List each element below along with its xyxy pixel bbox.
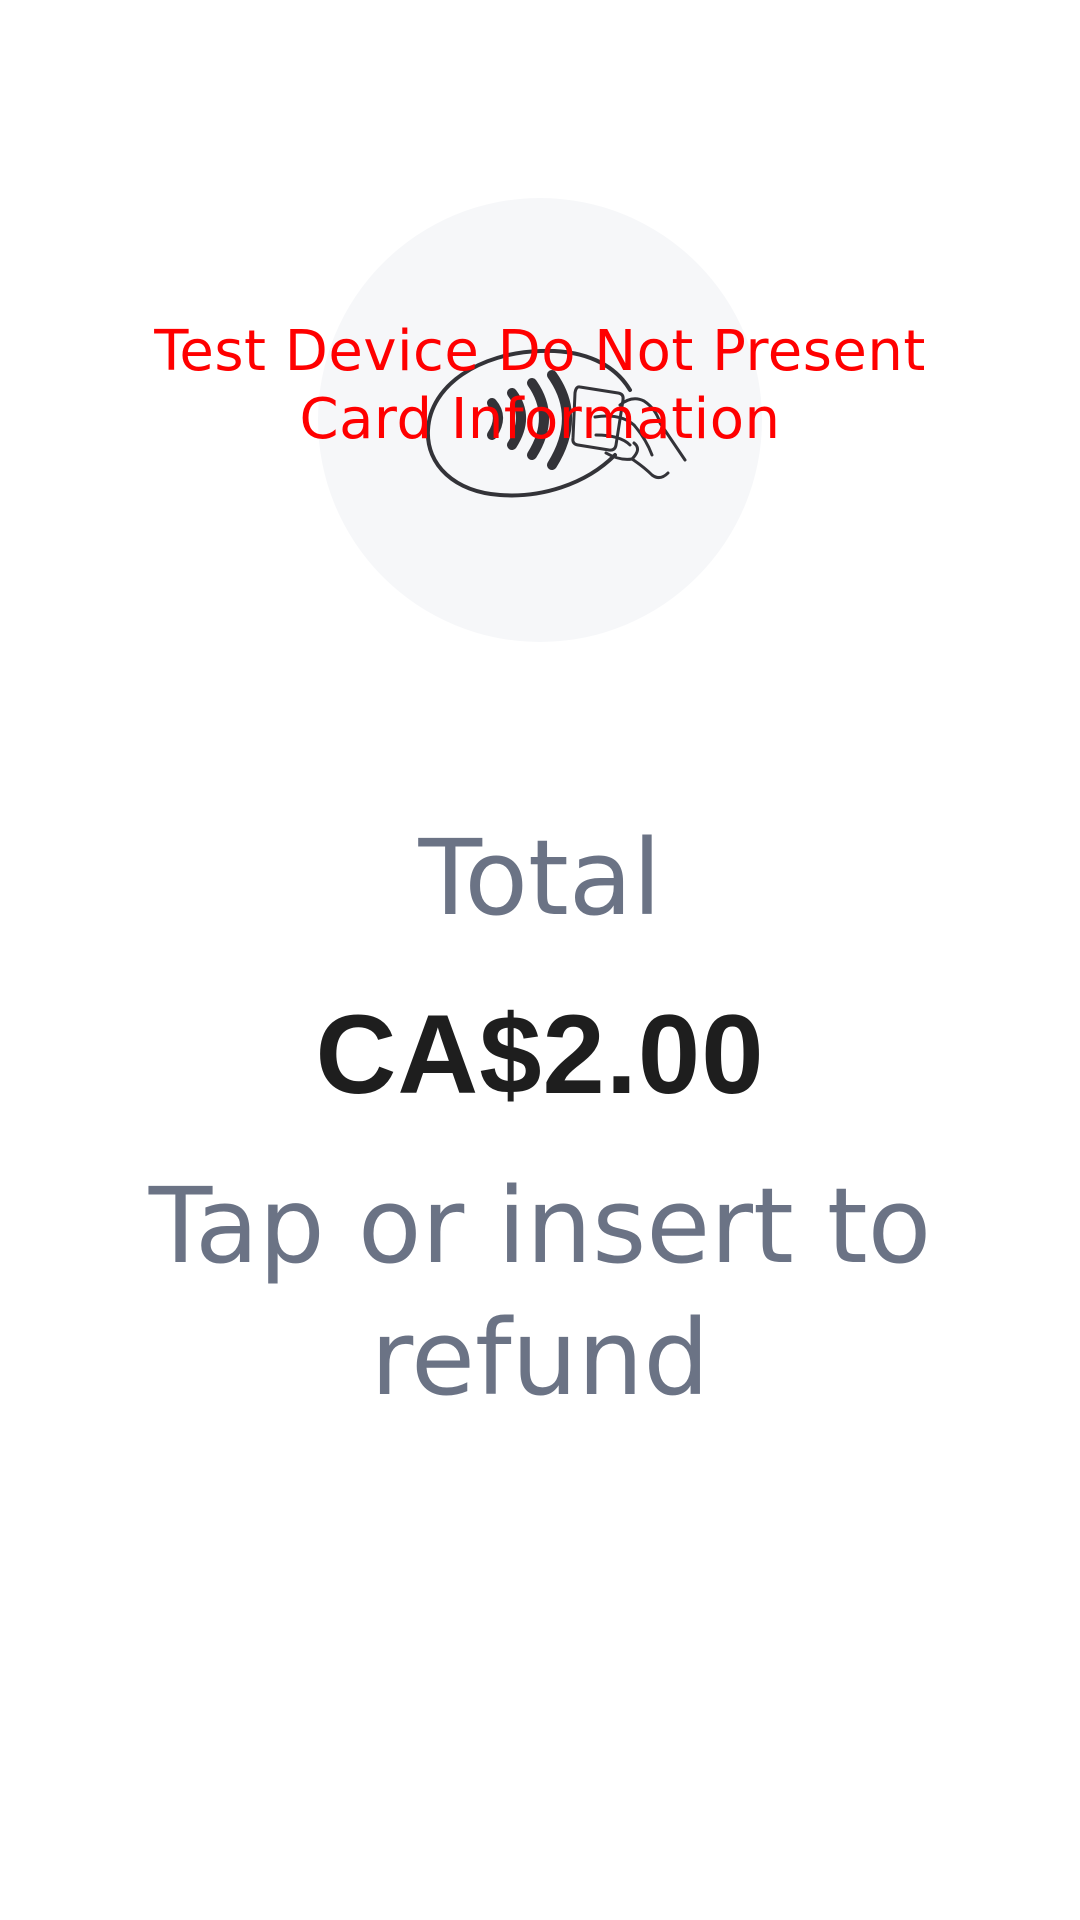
total-label: Total [418, 817, 662, 939]
refund-amount: CA$2.00 [315, 992, 765, 1117]
test-device-warning: Test Device Do Not Present Card Informat… [154, 319, 926, 452]
refund-screen: Test Device Do Not Present Card Informat… [0, 0, 1080, 1920]
refund-instruction: Tap or insert to refund [148, 1165, 932, 1419]
